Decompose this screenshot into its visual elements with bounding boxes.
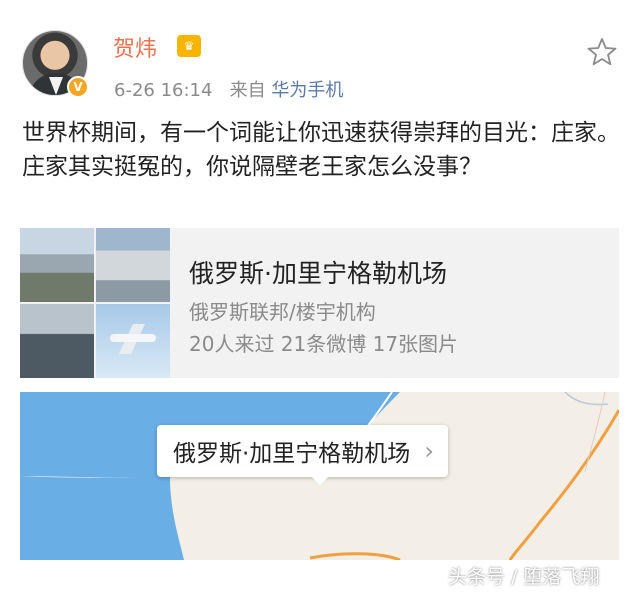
map-location-text: 俄罗斯·加里宁格勒机场	[173, 441, 411, 467]
post-time: 6-26 16:14	[114, 80, 213, 101]
post-header: V 贺炜 ♛ 6-26 16:14 来自 华为手机	[0, 0, 640, 110]
location-map[interactable]: 俄罗斯·加里宁格勒机场 ›	[20, 392, 619, 560]
post-text: 世界杯期间，有一个词能让你迅速获得崇拜的目光：庄家。庄家其实挺冤的，你说隔壁老王…	[22, 120, 620, 180]
source-link[interactable]: 华为手机	[271, 80, 343, 101]
map-location-label[interactable]: 俄罗斯·加里宁格勒机场 ›	[157, 425, 448, 477]
thumbnail-airplane	[96, 304, 170, 378]
place-thumbnails	[20, 228, 170, 378]
place-stats: 20人来过 21条微博 17张图片	[189, 332, 459, 356]
source-prefix: 来自	[229, 80, 266, 101]
watermark: 头条号 / 堕落飞翔	[448, 566, 600, 588]
thumbnail-airport-aerial	[20, 228, 94, 302]
place-category: 俄罗斯联邦/楼宇机构	[189, 300, 376, 324]
post-meta: 6-26 16:14 来自 华为手机	[114, 76, 343, 102]
place-card[interactable]: 俄罗斯·加里宁格勒机场 俄罗斯联邦/楼宇机构 20人来过 21条微博 17张图片	[20, 228, 619, 378]
username[interactable]: 贺炜	[113, 31, 157, 63]
crown-icon: ♛	[177, 35, 201, 57]
verified-badge-icon: V	[67, 76, 89, 98]
chevron-right-icon: ›	[424, 437, 434, 465]
airplane-body	[110, 334, 156, 342]
map-pin-pointer	[311, 476, 329, 485]
thumbnail-airport-apron	[96, 228, 170, 302]
thumbnail-terminal-interior	[20, 304, 94, 378]
favorite-star-icon[interactable]	[586, 36, 618, 68]
place-title: 俄罗斯·加里宁格勒机场	[189, 259, 447, 288]
